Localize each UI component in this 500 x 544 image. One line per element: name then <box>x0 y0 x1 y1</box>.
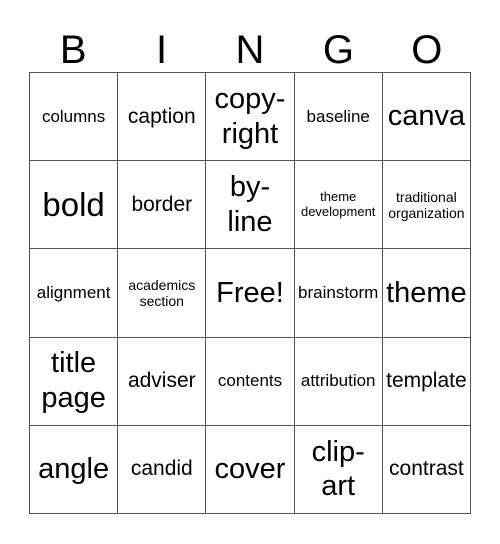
bingo-cell-o-2[interactable]: traditional organization <box>382 161 471 250</box>
bingo-cell-label: angle <box>38 452 110 485</box>
bingo-cell-b-3[interactable]: alignment <box>30 249 119 338</box>
bingo-cell-i-1[interactable]: caption <box>118 73 207 162</box>
bingo-cell-label: attribution <box>300 371 376 391</box>
bingo-cell-i-3[interactable]: academics section <box>118 249 207 338</box>
header-letter-i: I <box>156 28 168 72</box>
bingo-cell-i-5[interactable]: candid <box>118 425 207 514</box>
header-letter-o: O <box>411 28 443 72</box>
bingo-cell-label: traditional organization <box>388 188 465 221</box>
bingo-cell-label: alignment <box>36 283 111 303</box>
bingo-cell-label: template <box>386 369 467 393</box>
bingo-cell-label: cover <box>214 452 286 485</box>
bingo-cell-n-4[interactable]: contents <box>206 337 295 426</box>
bingo-cell-label: baseline <box>306 106 370 126</box>
bingo-card-grid: columns caption copy- right baseline canva bo… <box>29 72 471 514</box>
bingo-cell-n-5[interactable]: cover <box>206 425 295 514</box>
bingo-cell-label: theme <box>386 276 467 309</box>
bingo-cell-label: theme development <box>300 188 376 219</box>
bingo-cell-label: border <box>131 192 193 216</box>
bingo-cell-label: by- line <box>227 170 273 238</box>
bingo-cell-label: copy- right <box>214 82 286 150</box>
bingo-cell-b-5[interactable]: angle <box>30 425 119 514</box>
header-letter-g: G <box>322 28 354 72</box>
bingo-cell-o-5[interactable]: contrast <box>382 425 471 514</box>
bingo-cell-o-3[interactable]: theme <box>382 249 471 338</box>
header-letter-n: N <box>235 28 265 72</box>
bingo-cell-n-1[interactable]: copy- right <box>206 73 295 162</box>
bingo-cell-i-2[interactable]: border <box>118 161 207 250</box>
bingo-cell-label: canva <box>387 100 466 133</box>
bingo-cell-label: contents <box>217 371 283 391</box>
bingo-cell-label: academics section <box>128 276 196 309</box>
bingo-header: B I N G O <box>29 27 471 73</box>
bingo-cell-label: caption <box>127 104 196 128</box>
bingo-cell-g-4[interactable]: attribution <box>294 337 383 426</box>
bingo-cell-g-2[interactable]: theme development <box>294 161 383 250</box>
bingo-cell-g-5[interactable]: clip- art <box>294 425 383 514</box>
bingo-cell-n-2[interactable]: by- line <box>206 161 295 250</box>
bingo-cell-b-1[interactable]: columns <box>30 73 119 162</box>
bingo-cell-label: columns <box>41 106 106 126</box>
bingo-cell-n-3[interactable]: Free! <box>206 249 295 338</box>
bingo-cell-label: clip- art <box>311 435 365 503</box>
bingo-cell-label: adviser <box>127 369 196 393</box>
bingo-cell-b-4[interactable]: title page <box>30 337 119 426</box>
bingo-cell-i-4[interactable]: adviser <box>118 337 207 426</box>
bingo-cell-o-1[interactable]: canva <box>382 73 471 162</box>
bingo-cell-label: contrast <box>389 457 464 481</box>
bingo-cell-label: candid <box>130 457 193 481</box>
bingo-cell-g-1[interactable]: baseline <box>294 73 383 162</box>
bingo-cell-o-4[interactable]: template <box>382 337 471 426</box>
bingo-cell-label: bold <box>42 185 105 223</box>
bingo-cell-label: Free! <box>216 276 284 309</box>
bingo-cell-b-2[interactable]: bold <box>30 161 119 250</box>
bingo-cell-g-3[interactable]: brainstorm <box>294 249 383 338</box>
header-letter-b: B <box>59 28 87 72</box>
bingo-cell-label: brainstorm <box>298 283 379 303</box>
bingo-cell-label: title page <box>41 347 106 415</box>
